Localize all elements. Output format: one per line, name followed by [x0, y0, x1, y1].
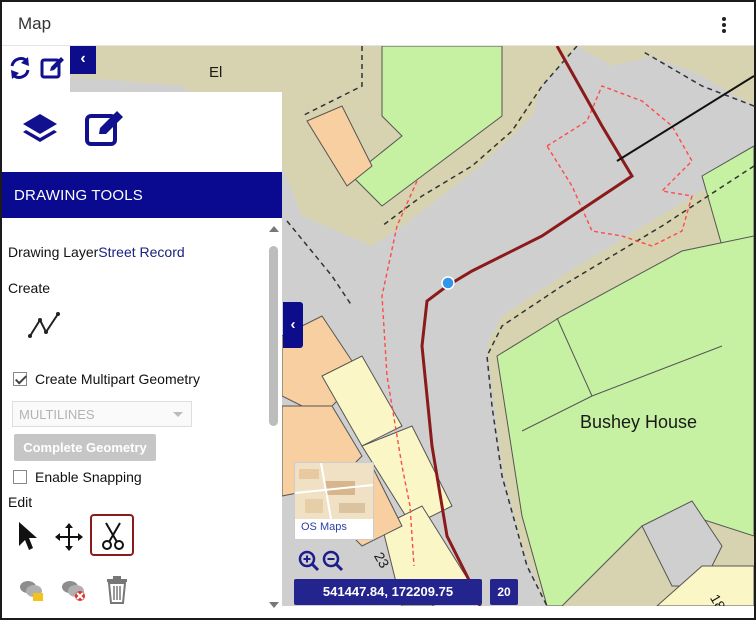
- drawing-panel: DRAWING TOOLS Drawing LayerStreet Record…: [2, 92, 282, 608]
- select-pointer-icon[interactable]: [16, 520, 40, 552]
- title-bar: Map: [2, 2, 754, 46]
- complete-geometry-button[interactable]: Complete Geometry: [14, 434, 156, 461]
- multipart-row[interactable]: Create Multipart Geometry: [13, 371, 200, 387]
- multipart-label: Create Multipart Geometry: [35, 371, 200, 387]
- drawing-tools-header: DRAWING TOOLS: [2, 172, 282, 218]
- refresh-icon[interactable]: [8, 56, 32, 80]
- map-label-el: El: [209, 64, 223, 81]
- edit-small-icon[interactable]: [40, 56, 66, 80]
- create-label: Create: [8, 280, 51, 296]
- merge-features-icon[interactable]: [18, 578, 44, 602]
- overview-map[interactable]: OS Maps: [294, 462, 374, 540]
- panel-scrollbar[interactable]: [266, 222, 282, 608]
- drawing-layer-value[interactable]: Street Record: [98, 244, 184, 260]
- drawing-layer-line: Drawing LayerStreet Record: [8, 244, 185, 260]
- geometry-type-select[interactable]: MULTILINES: [12, 401, 192, 427]
- scroll-thumb[interactable]: [269, 246, 278, 426]
- map-window: Map El Bushey House 23 18 ‹ DRAWING TOOL…: [0, 0, 756, 620]
- zoom-in-icon[interactable]: [298, 550, 320, 572]
- scroll-up-icon[interactable]: [269, 226, 279, 232]
- map-panel-toggle-button[interactable]: ‹: [283, 302, 303, 348]
- zoom-out-icon[interactable]: [322, 550, 344, 572]
- panel-top-toolbar: [2, 46, 70, 92]
- snapping-row[interactable]: Enable Snapping: [13, 469, 142, 485]
- overview-label: OS Maps: [301, 521, 347, 533]
- scissors-icon: [102, 522, 124, 550]
- layers-icon[interactable]: [20, 110, 60, 150]
- trash-icon[interactable]: [104, 574, 130, 604]
- drawing-tools-title: DRAWING TOOLS: [14, 187, 144, 204]
- move-icon[interactable]: [54, 522, 84, 552]
- snapping-label: Enable Snapping: [35, 469, 142, 485]
- map-label-bushey-house: Bushey House: [580, 412, 698, 432]
- window-title: Map: [18, 14, 52, 33]
- snapping-checkbox[interactable]: [13, 470, 27, 484]
- multipart-checkbox[interactable]: [13, 372, 27, 386]
- geometry-type-selected: MULTILINES: [19, 407, 95, 422]
- coordinate-readout: 541447.84, 172209.75: [294, 579, 482, 605]
- zoom-level-badge: 20: [490, 579, 518, 605]
- overview-thumbnail: [295, 463, 373, 519]
- chevron-down-icon: [173, 412, 183, 417]
- split-tool-button[interactable]: [90, 514, 134, 556]
- scroll-down-icon[interactable]: [269, 602, 279, 608]
- draw-line-icon[interactable]: [26, 308, 64, 342]
- edit-large-icon[interactable]: [84, 108, 126, 150]
- kebab-menu-icon[interactable]: [720, 16, 728, 36]
- edit-label: Edit: [8, 494, 33, 510]
- drawing-layer-label: Drawing Layer: [8, 244, 99, 260]
- delete-vertex-icon[interactable]: [60, 578, 86, 602]
- panel-body: Drawing LayerStreet Record Create Create…: [2, 218, 266, 608]
- panel-collapse-button[interactable]: ‹: [70, 46, 96, 74]
